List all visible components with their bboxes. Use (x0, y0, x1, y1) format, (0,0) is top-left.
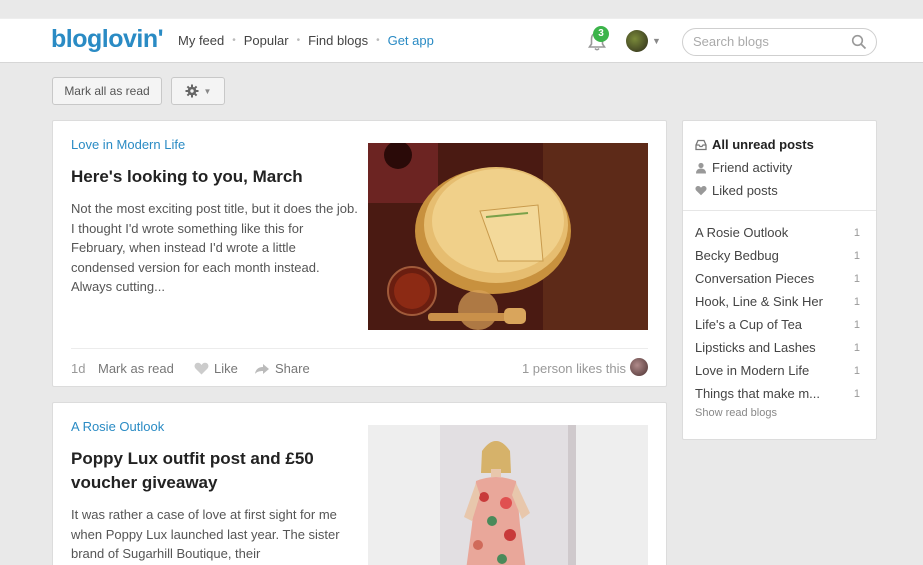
unread-count: 1 (853, 272, 860, 285)
blog-name: Lipsticks and Lashes (695, 340, 816, 355)
nav-popular[interactable]: Popular (244, 33, 289, 48)
blog-list-item[interactable]: Love in Modern Life 1 (695, 359, 864, 382)
nav-separator: • (376, 35, 380, 46)
post-footer: 1d Mark as read Like Share 1 person like… (71, 348, 648, 388)
blog-list-item[interactable]: Conversation Pieces 1 (695, 267, 864, 290)
blog-list-item[interactable]: Becky Bedbug 1 (695, 244, 864, 267)
blog-name: Love in Modern Life (695, 363, 810, 378)
blog-name: Hook, Line & Sink Her (695, 294, 823, 309)
blog-name: A Rosie Outlook (695, 225, 789, 240)
sidebar-filters: All unread posts Friend activity Liked p… (683, 121, 876, 211)
post-thumbnail[interactable] (368, 143, 648, 330)
blog-list-item[interactable]: Things that make m... 1 (695, 382, 864, 405)
post-title[interactable]: Poppy Lux outfit post and £50 voucher gi… (71, 447, 361, 495)
blog-name: Conversation Pieces (695, 271, 815, 286)
filter-all-unread[interactable]: All unread posts (695, 133, 864, 156)
unread-count: 1 (853, 226, 860, 239)
post-title[interactable]: Here's looking to you, March (71, 165, 361, 189)
blog-list-item[interactable]: Life's a Cup of Tea 1 (695, 313, 864, 336)
settings-dropdown-button[interactable]: ▼ (171, 77, 225, 105)
blog-name: Things that make m... (695, 386, 820, 401)
post-blog-name[interactable]: Love in Modern Life (71, 137, 185, 152)
unread-count: 1 (853, 341, 860, 354)
blog-name: Becky Bedbug (695, 248, 779, 263)
notification-badge[interactable]: 3 (593, 26, 609, 42)
blog-list-item[interactable]: Hook, Line & Sink Her 1 (695, 290, 864, 313)
nav-get-app[interactable]: Get app (388, 33, 434, 48)
blog-list-item[interactable]: Lipsticks and Lashes 1 (695, 336, 864, 359)
unread-count: 1 (853, 249, 860, 262)
search-input[interactable] (693, 34, 843, 49)
unread-count: 1 (853, 387, 860, 400)
chevron-down-icon: ▼ (203, 86, 212, 96)
followed-blogs-list: A Rosie Outlook 1 Becky Bedbug 1 Conversat… (683, 211, 876, 419)
heart-icon (194, 362, 209, 375)
post-card: Love in Modern Life Here's looking to yo… (52, 120, 667, 387)
top-navigation-bar: bloglovin' My feed • Popular • Find blog… (0, 18, 923, 63)
mark-as-read-button[interactable]: Mark as read (98, 361, 174, 376)
filter-label: Friend activity (712, 160, 793, 175)
share-button[interactable]: Share (254, 361, 310, 376)
heart-icon (695, 185, 707, 196)
post-excerpt: Not the most exciting post title, but it… (71, 201, 358, 294)
filter-friend-activity[interactable]: Friend activity (695, 156, 864, 179)
search-box (682, 28, 877, 56)
user-avatar[interactable] (626, 30, 648, 52)
like-button[interactable]: Like (194, 361, 238, 376)
outfit-photo-image (368, 425, 648, 565)
pancakes-image (368, 143, 648, 330)
likes-count[interactable]: 1 person likes this (522, 361, 626, 376)
nav-separator: • (296, 35, 301, 46)
nav-my-feed[interactable]: My feed (178, 33, 224, 48)
person-icon (696, 162, 706, 173)
nav-separator: • (232, 35, 236, 46)
blog-name: Life's a Cup of Tea (695, 317, 803, 332)
liker-avatar[interactable] (630, 358, 648, 376)
share-label: Share (275, 361, 310, 376)
mark-all-read-button[interactable]: Mark all as read (52, 77, 162, 105)
main-nav: My feed • Popular • Find blogs • Get app (178, 33, 434, 48)
share-arrow-icon (255, 363, 269, 374)
show-read-blogs-link[interactable]: Show read blogs (695, 407, 864, 419)
nav-find-blogs[interactable]: Find blogs (308, 33, 368, 48)
bloglovin-logo[interactable]: bloglovin' (51, 25, 164, 54)
gear-icon (185, 84, 199, 98)
unread-count: 1 (853, 295, 860, 308)
post-blog-name[interactable]: A Rosie Outlook (71, 419, 164, 434)
search-icon[interactable] (851, 34, 867, 50)
post-age: 1d (71, 361, 86, 376)
blog-list-item[interactable]: A Rosie Outlook 1 (695, 221, 864, 244)
filter-label: All unread posts (712, 137, 814, 152)
chevron-down-icon[interactable]: ▼ (652, 36, 661, 46)
sidebar: All unread posts Friend activity Liked p… (682, 120, 877, 440)
post-excerpt: It was rather a case of love at first si… (71, 507, 340, 561)
inbox-icon (695, 139, 707, 150)
unread-count: 1 (853, 318, 860, 331)
post-card: A Rosie Outlook Poppy Lux outfit post an… (52, 402, 667, 565)
filter-label: Liked posts (712, 183, 778, 198)
filter-liked-posts[interactable]: Liked posts (695, 179, 864, 202)
like-label: Like (214, 361, 238, 376)
post-thumbnail[interactable] (368, 425, 648, 565)
unread-count: 1 (853, 364, 860, 377)
